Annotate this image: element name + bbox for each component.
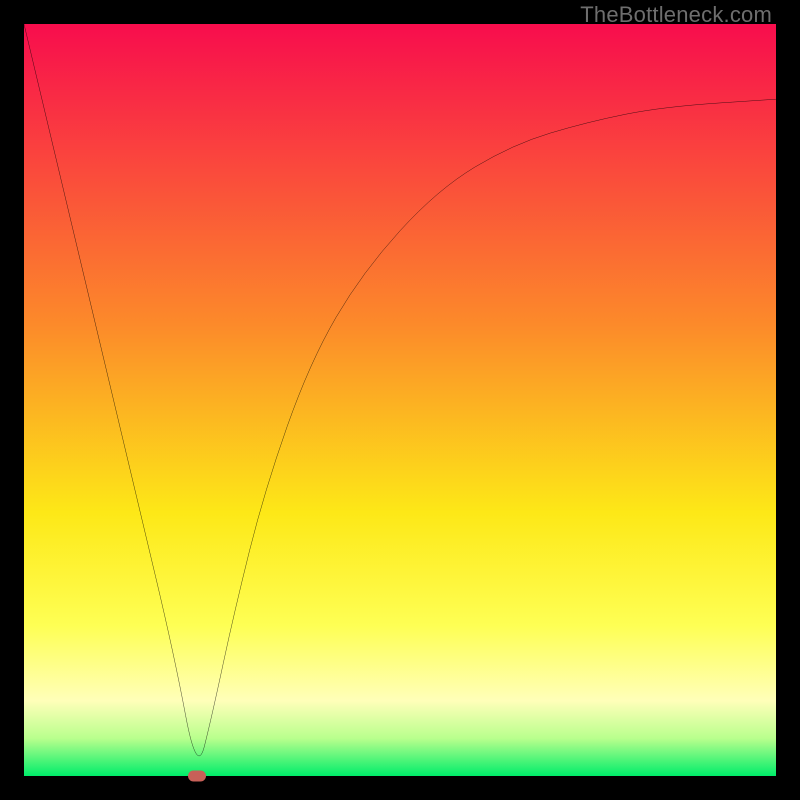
minimum-marker (188, 771, 206, 782)
chart-frame (24, 24, 776, 776)
heat-gradient-background (24, 24, 776, 776)
